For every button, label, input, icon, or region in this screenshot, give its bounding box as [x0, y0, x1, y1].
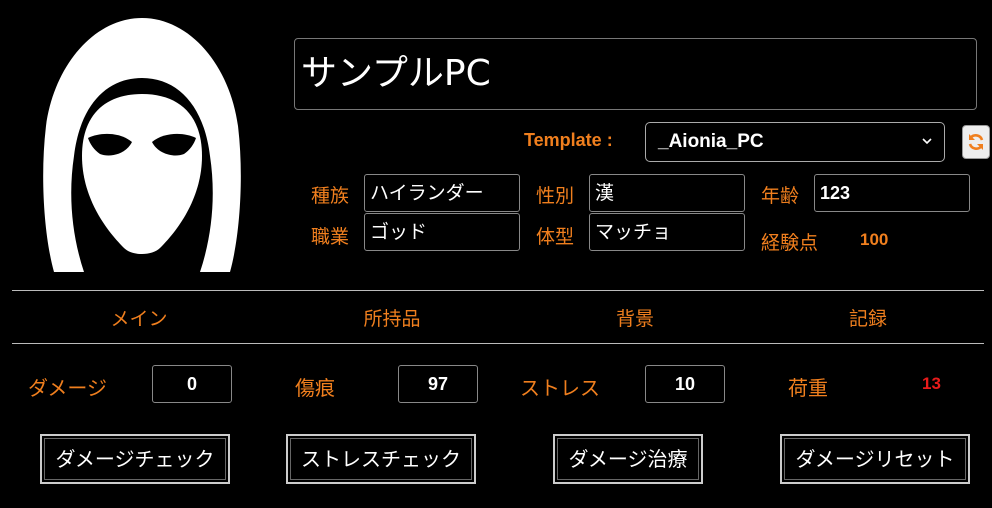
tab-records[interactable]: 記録 — [808, 304, 928, 331]
divider-bottom — [12, 343, 984, 344]
age-input[interactable]: 123 — [814, 174, 970, 212]
damage-label: ダメージ — [28, 376, 107, 400]
load-label: 荷重 — [788, 376, 828, 400]
stress-label: ストレス — [520, 376, 600, 400]
exp-value: 100 — [860, 230, 889, 249]
tab-inventory[interactable]: 所持品 — [332, 304, 452, 331]
damage-heal-button[interactable]: ダメージ治療 — [553, 434, 703, 484]
body-label: 体型 — [536, 226, 575, 248]
age-label: 年齢 — [761, 185, 800, 207]
stress-check-button[interactable]: ストレスチェック — [286, 434, 476, 484]
character-name-input[interactable]: サンプルPC — [294, 38, 977, 110]
refresh-button[interactable] — [962, 125, 990, 159]
tab-background[interactable]: 背景 — [575, 304, 695, 331]
race-input[interactable]: ハイランダー — [364, 174, 520, 212]
wound-input[interactable]: 97 — [398, 365, 478, 403]
exp-label: 経験点 — [761, 232, 819, 254]
stress-input[interactable]: 10 — [645, 365, 725, 403]
template-selected-value: _Aionia_PC — [658, 131, 764, 152]
template-label: Template : — [524, 130, 613, 150]
wound-label: 傷痕 — [295, 376, 335, 400]
damage-check-button[interactable]: ダメージチェック — [40, 434, 230, 484]
template-select[interactable]: _Aionia_PC — [645, 122, 945, 162]
damage-reset-button[interactable]: ダメージリセット — [780, 434, 970, 484]
race-label: 種族 — [311, 185, 350, 207]
chevron-down-icon — [922, 138, 932, 145]
tab-main[interactable]: メイン — [79, 304, 199, 331]
body-input[interactable]: マッチョ — [589, 213, 745, 251]
divider-top — [12, 290, 984, 291]
refresh-icon — [968, 134, 984, 150]
job-label: 職業 — [311, 226, 350, 248]
damage-input[interactable]: 0 — [152, 365, 232, 403]
sex-label: 性別 — [536, 185, 575, 207]
avatar-hooded-figure-icon — [43, 18, 241, 272]
sex-input[interactable]: 漢 — [589, 174, 745, 212]
load-value: 13 — [922, 374, 941, 393]
job-input[interactable]: ゴッド — [364, 213, 520, 251]
